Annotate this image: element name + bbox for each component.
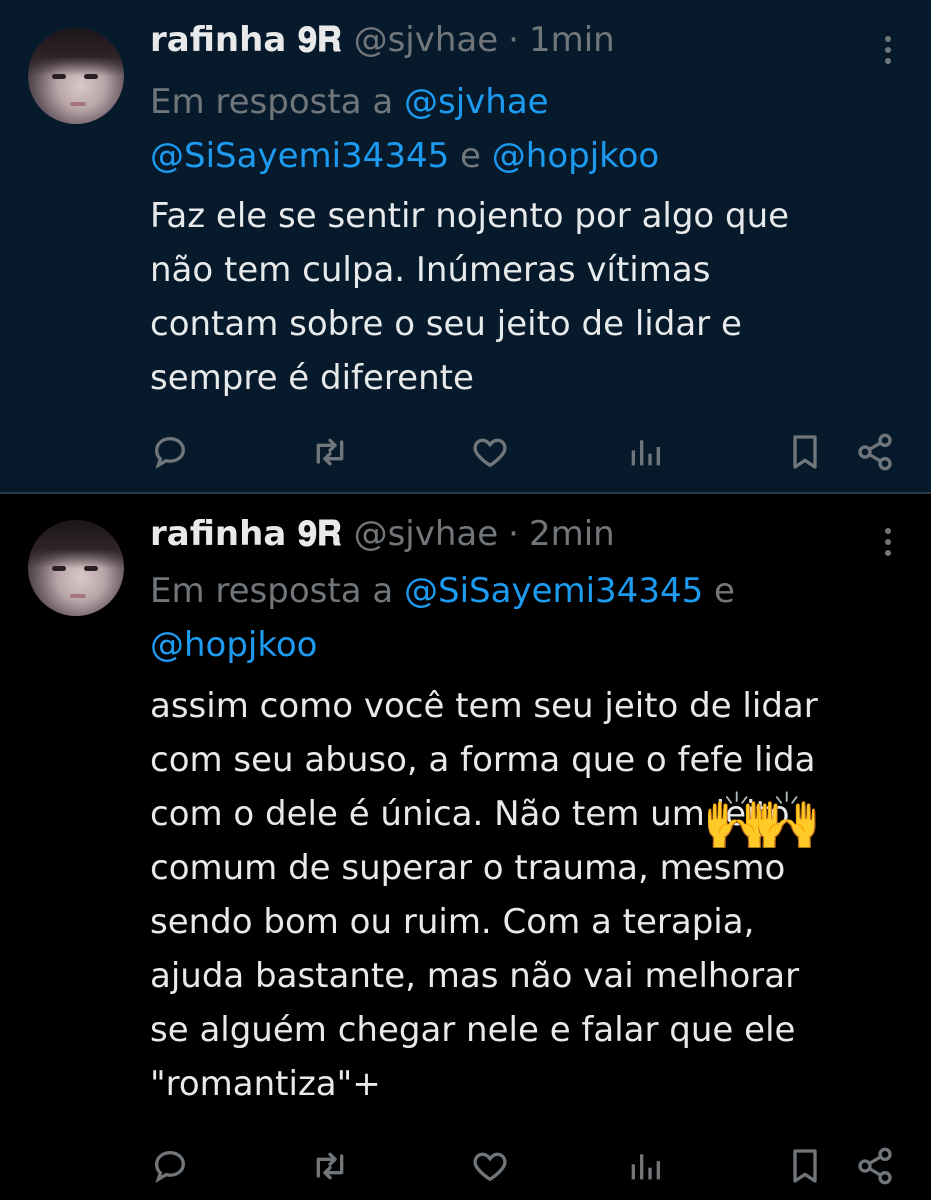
mention-link[interactable]: @SiSayemi34345 xyxy=(150,136,449,176)
reply-prefix: Em resposta a xyxy=(150,82,394,122)
like-icon[interactable] xyxy=(470,1146,510,1186)
tweet-header: rafinha 𝟗𝐑 @sjvhae · 1min xyxy=(150,20,615,64)
action-bar xyxy=(140,432,900,472)
reply-prefix: Em resposta a xyxy=(150,571,394,611)
author-name[interactable]: rafinha 𝟗𝐑 xyxy=(150,514,342,554)
retweet-icon[interactable] xyxy=(310,432,350,472)
tweet-1[interactable]: rafinha 𝟗𝐑 @sjvhae · 1min Em resposta a … xyxy=(0,0,931,492)
timestamp[interactable]: 2min xyxy=(529,514,615,554)
mention-link[interactable]: @hopjkoo xyxy=(492,136,659,176)
tweet-text: assim como você tem seu jeito de lidar c… xyxy=(150,686,818,1104)
timestamp[interactable]: 1min xyxy=(529,20,615,60)
author-handle[interactable]: @sjvhae xyxy=(354,20,499,60)
author-name[interactable]: rafinha 𝟗𝐑 xyxy=(150,20,342,60)
mention-link[interactable]: @SiSayemi34345 xyxy=(404,571,703,611)
separator: · xyxy=(508,20,519,60)
avatar[interactable] xyxy=(28,520,124,616)
share-icon[interactable] xyxy=(855,1146,895,1186)
reply-context: Em resposta a @sjvhae @SiSayemi34345 e @… xyxy=(150,75,890,183)
avatar[interactable] xyxy=(28,28,124,124)
reply-icon[interactable] xyxy=(150,1146,190,1186)
reply-icon[interactable] xyxy=(150,432,190,472)
bookmark-icon[interactable] xyxy=(785,1146,825,1186)
tweet-2[interactable]: rafinha 𝟗𝐑 @sjvhae · 2min Em resposta a … xyxy=(0,494,931,1200)
raising-hands-emoji: 🙌 xyxy=(752,789,822,854)
views-icon[interactable] xyxy=(625,432,665,472)
views-icon[interactable] xyxy=(625,1146,665,1186)
tweet-text: Faz ele se sentir nojento por algo que n… xyxy=(150,196,790,398)
bookmark-icon[interactable] xyxy=(785,432,825,472)
mention-link[interactable]: @sjvhae xyxy=(404,82,549,122)
more-icon[interactable] xyxy=(878,528,898,561)
more-icon[interactable] xyxy=(878,36,898,69)
tweet-header: rafinha 𝟗𝐑 @sjvhae · 2min xyxy=(150,514,615,558)
retweet-icon[interactable] xyxy=(310,1146,350,1186)
mention-link[interactable]: @hopjkoo xyxy=(150,625,317,665)
share-icon[interactable] xyxy=(855,432,895,472)
author-handle[interactable]: @sjvhae xyxy=(354,514,499,554)
like-icon[interactable] xyxy=(470,432,510,472)
reply-joiner: e xyxy=(460,136,481,176)
separator: · xyxy=(508,514,519,554)
reply-joiner: e xyxy=(714,571,735,611)
action-bar xyxy=(140,1146,900,1186)
reply-context: Em resposta a @SiSayemi34345 e @hopjkoo xyxy=(150,564,890,672)
